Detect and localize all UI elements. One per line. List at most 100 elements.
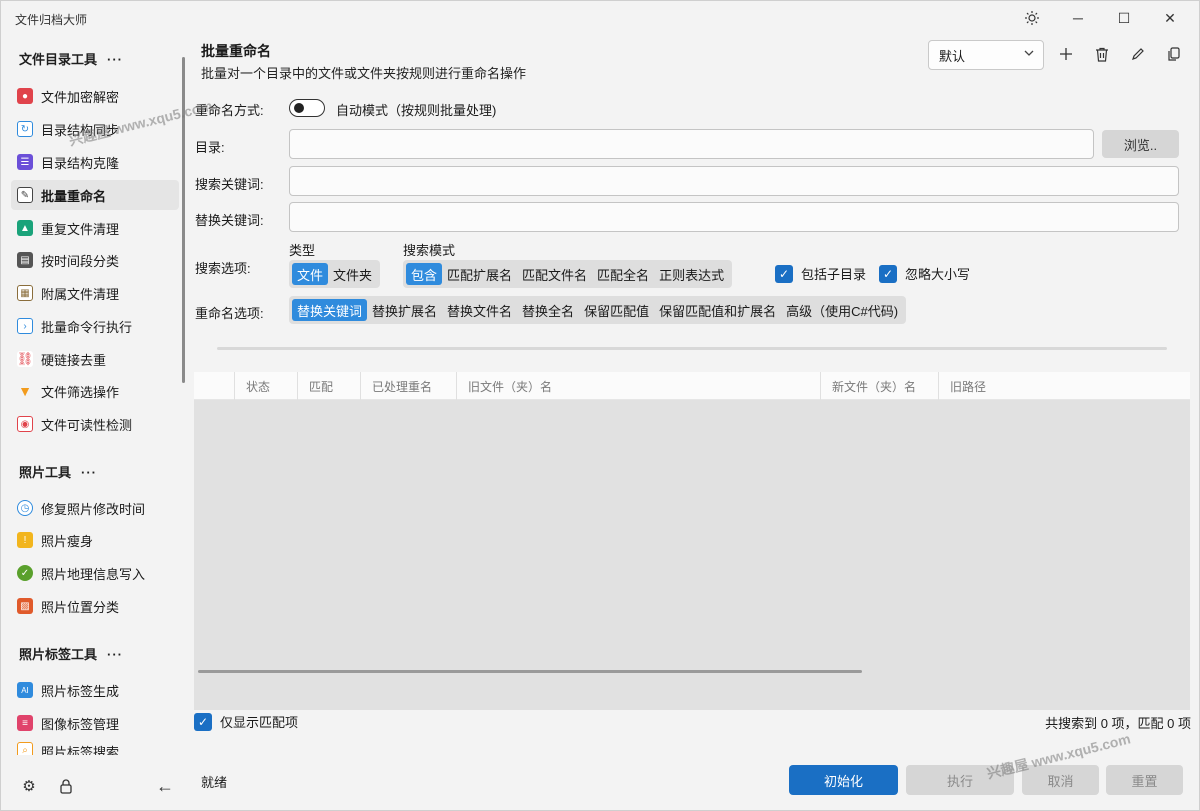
delete-icon[interactable] (1090, 42, 1114, 66)
sidebar-item-photo-tag-generate[interactable]: AI 照片标签生成 (11, 675, 179, 705)
rename-option-replace-fullname[interactable]: 替换全名 (517, 299, 579, 321)
search-mode-contains[interactable]: 包含 (406, 263, 443, 285)
sidebar-item-label: 重复文件清理 (41, 221, 120, 237)
column-header-select[interactable] (194, 372, 234, 400)
include-subdirs-checkbox[interactable]: ✓ 包括子目录 (775, 264, 866, 283)
lock-icon[interactable] (54, 774, 78, 798)
more-icon[interactable]: ··· (107, 52, 123, 67)
sidebar-item-fix-photo-time[interactable]: ◷ 修复照片修改时间 (11, 493, 179, 523)
search-mode-regex[interactable]: 正则表达式 (654, 263, 729, 285)
search-mode-match-filename[interactable]: 匹配文件名 (517, 263, 592, 285)
sidebar-item-label: 文件可读性检测 (41, 417, 133, 433)
sidebar-item-image-tag-manage[interactable]: ≡ 图像标签管理 (11, 708, 179, 738)
column-header-match[interactable]: 匹配 (297, 372, 360, 400)
more-icon[interactable]: ··· (107, 647, 123, 662)
compress-icon: ! (17, 532, 33, 548)
sidebar-item-photo-tag-search[interactable]: ⌕ 照片标签搜索 (11, 741, 179, 755)
location-icon: ✓ (17, 565, 33, 581)
column-header-dup-handled[interactable]: 已处理重名 (360, 372, 456, 400)
grid-header: 状态 匹配 已处理重名 旧文件（夹）名 新文件（夹）名 旧路径 (194, 372, 1190, 400)
rename-option-replace-filename[interactable]: 替换文件名 (442, 299, 517, 321)
list-icon: ☰ (17, 154, 33, 170)
sidebar-item-dir-clone[interactable]: ☰ 目录结构克隆 (11, 147, 179, 177)
back-arrow-icon[interactable]: ← (153, 774, 177, 798)
check-icon: ✓ (775, 264, 793, 283)
progress-divider (217, 347, 1167, 350)
preset-select[interactable]: 默认 (928, 40, 1044, 70)
group-title-photo-tools: 照片工具 ··· (19, 462, 97, 481)
gear-icon[interactable]: ⚙ (17, 774, 41, 798)
rename-option-keep-match[interactable]: 保留匹配值 (579, 299, 654, 321)
group-title-photo-tag-tools: 照片标签工具 ··· (19, 644, 123, 663)
column-header-old-name[interactable]: 旧文件（夹）名 (456, 372, 820, 400)
type-option-file[interactable]: 文件 (292, 263, 329, 285)
search-summary: 共搜索到 0 项，匹配 0 项 (1045, 716, 1191, 731)
minimize-button[interactable]: ─ (1055, 1, 1101, 35)
ai-tag-icon: AI (17, 682, 33, 698)
sidebar-item-batch-rename[interactable]: ✎ 批量重命名 (11, 180, 179, 210)
dir-label: 目录: (195, 140, 225, 155)
rename-option-keep-match-ext[interactable]: 保留匹配值和扩展名 (654, 299, 781, 321)
rename-option-advanced[interactable]: 高级（使用C#代码) (781, 299, 903, 321)
column-header-new-name[interactable]: 新文件（夹）名 (820, 372, 938, 400)
rename-option-replace-ext[interactable]: 替换扩展名 (367, 299, 442, 321)
auto-mode-toggle[interactable] (289, 99, 325, 117)
check-icon: ✓ (879, 264, 897, 283)
init-button[interactable]: 初始化 (789, 765, 898, 795)
sidebar-item-photo-location-classify[interactable]: ▨ 照片位置分类 (11, 591, 179, 621)
app-window: 文件归档大师 ─ ☐ ✕ 文件目录工具 ··· ● 文件加密解密 ↻ 目录结构同步… (0, 0, 1200, 811)
more-icon[interactable]: ··· (81, 465, 97, 480)
sidebar-item-file-filter[interactable]: ▼ 文件筛选操作 (11, 376, 179, 406)
search-mode-match-ext[interactable]: 匹配扩展名 (442, 263, 517, 285)
sidebar-item-label: 目录结构克隆 (41, 155, 120, 171)
rename-icon: ✎ (17, 187, 33, 203)
copy-icon[interactable] (1162, 42, 1186, 66)
sun-icon[interactable] (1009, 1, 1055, 35)
inspect-icon: ◉ (17, 416, 33, 432)
sidebar-item-hardlink-dedupe[interactable]: ⛓ 硬链接去重 (11, 344, 179, 374)
search-keyword-label: 搜索关键词: (195, 177, 264, 192)
add-icon[interactable] (1054, 42, 1078, 66)
replace-keyword-input[interactable] (289, 202, 1179, 232)
search-mode-segmented: 包含 匹配扩展名 匹配文件名 匹配全名 正则表达式 (403, 260, 733, 288)
close-button[interactable]: ✕ (1147, 1, 1193, 35)
sidebar-item-attached-cleanup[interactable]: ▦ 附属文件清理 (11, 278, 179, 308)
maximize-button[interactable]: ☐ (1101, 1, 1147, 35)
rename-option-replace-keyword[interactable]: 替换关键词 (292, 299, 368, 321)
grid-horizontal-scrollbar[interactable] (198, 670, 862, 673)
column-header-status[interactable]: 状态 (234, 372, 297, 400)
sidebar-item-duplicate-cleanup[interactable]: ▲ 重复文件清理 (11, 213, 179, 243)
main-panel: 批量重命名 批量对一个目录中的文件或文件夹按规则进行重命名操作 默认 重命名方式… (185, 35, 1200, 811)
auto-mode-label: 自动模式（按规则批量处理) (336, 103, 497, 118)
printer-icon: ▤ (17, 252, 33, 268)
edit-icon[interactable] (1126, 42, 1150, 66)
sidebar-item-label: 照片瘦身 (41, 533, 94, 549)
ignore-case-label: 忽略大小写 (905, 267, 971, 282)
sidebar-item-photo-geo[interactable]: ✓ 照片地理信息写入 (11, 558, 179, 588)
ignore-case-checkbox[interactable]: ✓ 忽略大小写 (879, 264, 970, 283)
column-header-old-path[interactable]: 旧路径 (938, 372, 1190, 400)
search-keyword-input[interactable] (289, 166, 1179, 196)
browse-button[interactable]: 浏览.. (1102, 130, 1179, 158)
sidebar-item-encrypt[interactable]: ● 文件加密解密 (11, 81, 179, 111)
sidebar-item-label: 文件加密解密 (41, 89, 120, 105)
only-matched-checkbox[interactable]: ✓ 仅显示匹配项 (194, 712, 298, 731)
rename-options-segmented: 替换关键词 替换扩展名 替换文件名 替换全名 保留匹配值 保留匹配值和扩展名 高… (289, 296, 907, 324)
sidebar-item-label: 硬链接去重 (41, 352, 107, 368)
results-grid[interactable]: 状态 匹配 已处理重名 旧文件（夹）名 新文件（夹）名 旧路径 (194, 372, 1190, 710)
type-option-folder[interactable]: 文件夹 (328, 263, 377, 285)
type-label: 类型 (289, 243, 316, 258)
filter-icon: ▼ (18, 383, 32, 399)
only-matched-label: 仅显示匹配项 (220, 715, 299, 730)
title-bar: 文件归档大师 ─ ☐ ✕ (1, 1, 1200, 35)
sidebar-item-label: 批量重命名 (41, 188, 107, 204)
dir-input[interactable] (289, 129, 1094, 159)
sidebar-item-photo-slim[interactable]: ! 照片瘦身 (11, 525, 179, 555)
sidebar-item-time-classify[interactable]: ▤ 按时间段分类 (11, 245, 179, 275)
cleanup-icon: ▲ (17, 220, 33, 236)
sidebar-item-readability-check[interactable]: ◉ 文件可读性检测 (11, 409, 179, 439)
sidebar: 文件目录工具 ··· ● 文件加密解密 ↻ 目录结构同步 ☰ 目录结构克隆 ✎ 批… (1, 35, 185, 811)
reset-button[interactable]: 重置 (1106, 765, 1183, 795)
sidebar-item-batch-cmd[interactable]: › 批量命令行执行 (11, 311, 179, 341)
search-mode-match-fullname[interactable]: 匹配全名 (592, 263, 654, 285)
